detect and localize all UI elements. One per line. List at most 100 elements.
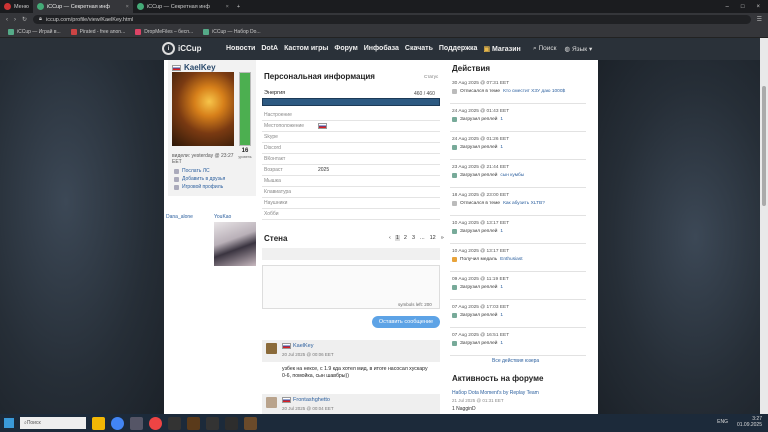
- extensions-icon[interactable]: ☰: [757, 16, 762, 23]
- page-background-left: [0, 60, 164, 414]
- opera-icon[interactable]: [149, 416, 162, 430]
- activity-item: 07 Aug 2025 @ 16:51 EET Загрузил реплей 1: [450, 330, 586, 356]
- language-select[interactable]: ◍ Язык ▾: [564, 45, 592, 53]
- tray-language[interactable]: ENG: [717, 419, 728, 425]
- bookmark-item[interactable]: iCCup — Играй в...: [8, 28, 61, 35]
- nav-custom-games[interactable]: Кастом игры: [284, 45, 328, 53]
- friend-name[interactable]: YouKao: [214, 214, 231, 220]
- add-friend-link[interactable]: Добавить в друзья: [174, 176, 225, 182]
- pager-page[interactable]: ...: [419, 235, 426, 241]
- activity-date: 23 Aug 2025 @ 21:44 EET: [452, 165, 510, 170]
- info-row-label: Возраст: [264, 167, 283, 173]
- activity-item: 30 Aug 2025 @ 07:31 EET Отписался в теме К…: [450, 78, 586, 104]
- info-row: Настроение: [262, 110, 440, 121]
- browser-menu-button[interactable]: Меню: [0, 0, 33, 13]
- mail-icon: [174, 168, 179, 174]
- post-text: узбек на нексе, с 1.9 кда хотел мид, в и…: [282, 366, 428, 379]
- pager-page[interactable]: »: [440, 235, 445, 241]
- post-author[interactable]: Frontashghetto: [282, 397, 330, 403]
- taskbar-clock[interactable]: 3:27 01.09.2025: [737, 416, 762, 428]
- close-tab-icon[interactable]: ×: [226, 4, 229, 10]
- app-icon[interactable]: [130, 416, 143, 430]
- app-icon[interactable]: [244, 416, 257, 430]
- energy-bar: [262, 98, 440, 106]
- replay-icon: [452, 229, 457, 234]
- post-avatar[interactable]: [266, 343, 277, 354]
- replay-icon: [452, 173, 457, 178]
- app-icon[interactable]: [206, 416, 219, 430]
- pager-page[interactable]: 1: [394, 235, 400, 241]
- tab-iccup-1[interactable]: iCCup — Секретная инф ×: [32, 0, 133, 13]
- new-tab-button[interactable]: +: [233, 0, 244, 13]
- bookmark-item[interactable]: Pirated - free anon...: [70, 28, 125, 35]
- nav-dota[interactable]: DotA: [261, 45, 278, 53]
- nav-infobase[interactable]: Инфобаза: [364, 45, 399, 53]
- taskbar-search[interactable]: ⌕ Поиск: [20, 417, 86, 429]
- forward-icon[interactable]: ›: [14, 17, 16, 23]
- app-icon[interactable]: [225, 416, 238, 430]
- minimize-icon[interactable]: –: [726, 4, 729, 10]
- file-explorer-icon[interactable]: [92, 416, 105, 430]
- activity-link[interactable]: Как абузить XLTB?: [503, 201, 545, 206]
- iccup-favicon: [136, 3, 144, 10]
- shop-icon: ▣: [483, 46, 491, 53]
- send-pm-link[interactable]: Послать ЛС: [174, 168, 210, 174]
- search-link[interactable]: ⌕ Поиск: [533, 45, 556, 53]
- nav-forum[interactable]: Форум: [334, 45, 357, 53]
- post-avatar[interactable]: [266, 397, 277, 408]
- symbols-left: symbols left: 200: [398, 302, 432, 307]
- nav-shop[interactable]: ▣ Магазин: [483, 45, 520, 53]
- nav-news[interactable]: Новости: [226, 45, 255, 53]
- activity-link[interactable]: 1: [500, 117, 503, 122]
- activity-link[interactable]: 1: [500, 341, 503, 346]
- bookmark-icon: [70, 28, 77, 35]
- activity-action: Загрузил реплей: [460, 117, 498, 122]
- chrome-icon[interactable]: [111, 416, 124, 430]
- close-window-icon[interactable]: ×: [756, 4, 760, 10]
- activity-date: 24 Aug 2025 @ 01:43 EET: [452, 109, 510, 114]
- url-field[interactable]: 🔒︎ iccup.com/profile/view/KaelKey.html: [33, 15, 751, 24]
- pager-page[interactable]: 3: [411, 235, 416, 241]
- activity-action: Загрузил реплей: [460, 341, 498, 346]
- activity-link[interactable]: 1: [500, 313, 503, 318]
- maximize-icon[interactable]: □: [741, 4, 745, 10]
- activity-link[interactable]: Enthusiast: [500, 257, 522, 262]
- comment-icon: [452, 89, 457, 94]
- activity-action: Загрузил реплей: [460, 229, 498, 234]
- activity-link[interactable]: сын кумбы: [500, 173, 524, 178]
- all-activity-link[interactable]: Все действия юзера: [492, 358, 539, 364]
- forum-thread-link[interactable]: Набор Dota Moment's by Replay Team: [452, 390, 539, 396]
- app-icon[interactable]: [168, 416, 181, 430]
- page-scrollbar[interactable]: [760, 38, 768, 414]
- activity-title: Действия: [452, 64, 491, 73]
- tab-iccup-2[interactable]: iCCup — Секретная инф ×: [133, 0, 233, 13]
- pager-page[interactable]: 12: [429, 235, 437, 241]
- friend-name[interactable]: Dana_alone: [166, 214, 193, 220]
- windows-start-icon[interactable]: [4, 418, 14, 428]
- app-icon[interactable]: [187, 416, 200, 430]
- activity-link[interactable]: 1: [500, 145, 503, 150]
- activity-link[interactable]: Кто сместит X3У даю 1000$: [503, 89, 565, 94]
- nav-support[interactable]: Поддержка: [439, 45, 478, 53]
- back-icon[interactable]: ‹: [6, 17, 8, 23]
- bookmark-item[interactable]: iCCup — Набор Do...: [203, 28, 261, 35]
- activity-date: 30 Aug 2025 @ 07:31 EET: [452, 81, 510, 86]
- post-author[interactable]: KaelKey: [282, 343, 314, 349]
- send-message-button[interactable]: Оставить сообщение: [372, 316, 440, 328]
- nav-download[interactable]: Скачать: [405, 45, 433, 53]
- medal-icon: [452, 257, 457, 262]
- friend-avatar[interactable]: [214, 222, 256, 266]
- pager-prev-icon[interactable]: ‹: [388, 235, 392, 241]
- reload-icon[interactable]: ↻: [22, 16, 27, 23]
- info-row: Skype: [262, 132, 440, 143]
- activity-line: Загрузил реплей сын кумбы: [452, 173, 524, 178]
- activity-action: Загрузил реплей: [460, 145, 498, 150]
- activity-link[interactable]: 1: [500, 285, 503, 290]
- bookmark-item[interactable]: DropMeFiles – бесп...: [135, 28, 193, 35]
- game-profile-link[interactable]: Игровой профиль: [174, 184, 223, 190]
- close-tab-icon[interactable]: ×: [126, 4, 129, 10]
- pager-page[interactable]: 2: [403, 235, 408, 241]
- activity-link[interactable]: 1: [500, 229, 503, 234]
- site-logo[interactable]: i iCCup: [162, 42, 202, 55]
- scrollbar-thumb[interactable]: [762, 86, 766, 206]
